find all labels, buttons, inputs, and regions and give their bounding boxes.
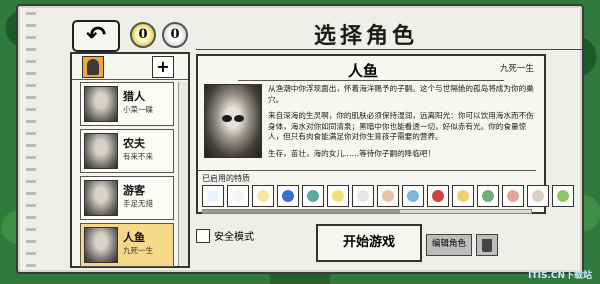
egg-icon[interactable]: [527, 185, 549, 207]
plus-icon: +: [156, 57, 170, 76]
bio-paragraph: 来自深海的生灵啊，你的肌肤必须保持湿润，远离阳光：你可以饮用海水而不伤身体，海水…: [268, 111, 534, 141]
safe-mode-checkbox[interactable]: [196, 228, 210, 243]
back-arrow-icon: ↶: [85, 21, 107, 49]
traits-row: [202, 185, 574, 207]
traits-scrollbar[interactable]: [202, 209, 532, 214]
title-divider: [196, 49, 590, 50]
character-thumbnail: [84, 227, 118, 263]
roster-scrollbar[interactable]: [178, 82, 188, 266]
leaf-icon[interactable]: [552, 185, 574, 207]
delete-character-button[interactable]: [476, 234, 498, 256]
character-card[interactable]: 农夫 有来不来: [80, 129, 174, 173]
fish-icon[interactable]: [402, 185, 424, 207]
meat-icon[interactable]: [502, 185, 524, 207]
watermark: ITIS.CN下载站: [528, 271, 592, 281]
character-thumbnail: [84, 180, 118, 216]
moon-icon[interactable]: [327, 185, 349, 207]
tab-characters[interactable]: [82, 56, 104, 78]
character-card-difficulty: 九死一生: [123, 246, 153, 255]
tab-add-character[interactable]: +: [152, 56, 174, 78]
name-underline: [238, 80, 504, 81]
character-card-name: 农夫: [123, 137, 145, 150]
character-card[interactable]: 游客 手足无措: [80, 176, 174, 220]
gold-coin-counter: 0: [130, 22, 156, 48]
character-nickname: 九死一生: [499, 64, 534, 74]
plate-icon[interactable]: [352, 185, 374, 207]
roster-tabs: +: [72, 54, 188, 80]
character-thumbnail: [84, 86, 118, 122]
character-bio: 从渔潮中你浮现面出，怀着海洋赐予的子嗣。这个与世隔绝的孤岛将成为你的巢穴。 来自…: [268, 84, 540, 165]
face-icon[interactable]: [302, 185, 324, 207]
portrait-icon: [87, 59, 99, 75]
character-portrait: [204, 84, 262, 158]
character-list: 猎人小菜一碟农夫有来不来游客手足无措人鱼九死一生: [72, 82, 178, 267]
character-card-name: 游客: [123, 184, 145, 197]
safe-mode-label: 安全模式: [214, 232, 254, 243]
character-card-difficulty: 手足无措: [123, 199, 153, 208]
character-info-box: 人鱼 九死一生 从渔潮中你浮现面出，怀着海洋赐予的子嗣。这个与世隔绝的孤岛将成为…: [196, 54, 574, 214]
no-food-icon[interactable]: [427, 185, 449, 207]
page-title: 选择角色: [313, 24, 418, 49]
back-button[interactable]: ↶: [72, 20, 120, 52]
traits-label: 已启用的特质: [202, 174, 250, 183]
bubble-icon[interactable]: [202, 185, 224, 207]
character-detail: 人鱼 九死一生 从渔潮中你浮现面出，怀着海洋赐予的子嗣。这个与世隔绝的孤岛将成为…: [196, 54, 574, 266]
portrait-eye: [234, 115, 244, 122]
character-card[interactable]: 猎人 小菜一碟: [80, 82, 174, 126]
character-card-name: 猎人: [123, 90, 145, 103]
character-thumbnail: [84, 133, 118, 169]
coin-icon[interactable]: [252, 185, 274, 207]
bio-paragraph: 从渔潮中你浮现面出，怀着海洋赐予的子嗣。这个与世隔绝的孤岛将成为你的巢穴。: [268, 84, 534, 104]
character-card-difficulty: 小菜一碟: [123, 105, 153, 114]
island-icon[interactable]: [452, 185, 474, 207]
portrait-eye: [222, 115, 232, 122]
edit-character-button[interactable]: 编辑角色: [426, 234, 472, 256]
notebook-spiral: [26, 12, 36, 270]
character-name: 人鱼: [347, 62, 378, 80]
character-roster: + 猎人小菜一碟农夫有来不来游客手足无措人鱼九死一生: [70, 52, 190, 268]
character-card[interactable]: 人鱼 九死一生: [80, 223, 174, 267]
ring-icon[interactable]: [227, 185, 249, 207]
trash-icon: [482, 239, 492, 252]
flag-icon[interactable]: [477, 185, 499, 207]
start-game-button[interactable]: 开始游戏: [316, 224, 422, 262]
silver-coin-counter: 0: [162, 22, 188, 48]
character-card-name: 人鱼: [123, 231, 145, 244]
bio-paragraph: 生存，苗壮，海的女儿……等待你子嗣的降临吧！: [268, 148, 436, 158]
traits-section: 已启用的特质: [198, 170, 574, 214]
safe-mode-toggle[interactable]: 安全模式: [196, 228, 254, 243]
character-card-difficulty: 有来不来: [123, 152, 153, 161]
water-drop-icon[interactable]: [277, 185, 299, 207]
hand-icon[interactable]: [377, 185, 399, 207]
